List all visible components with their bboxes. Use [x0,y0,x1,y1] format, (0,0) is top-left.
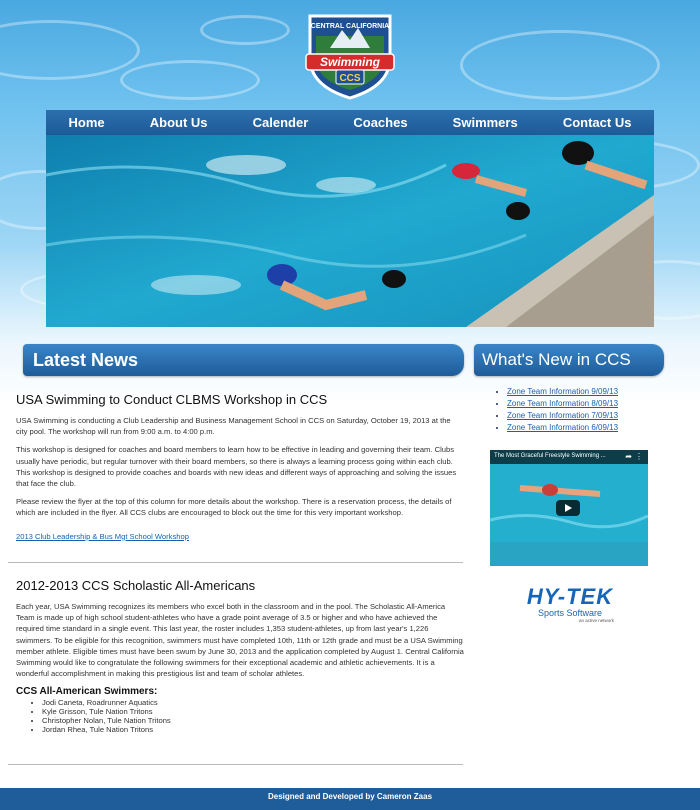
workshop-flyer-link[interactable]: 2013 Club Leadership & Bus Mgt School Wo… [16,532,189,541]
latest-news-header: Latest News [23,344,464,376]
zone-team-link[interactable]: Zone Team Information 7/09/13 [507,411,618,420]
zone-team-link[interactable]: Zone Team Information 9/09/13 [507,387,618,396]
nav-contact-us[interactable]: Contact Us [557,115,638,130]
video-title: The Most Graceful Freestyle Swimming ... [490,450,648,464]
more-menu-icon[interactable]: ⋮ [635,452,643,461]
whats-new-list: Zone Team Information 9/09/13 Zone Team … [497,386,657,434]
article-paragraph: USA Swimming is conducting a Club Leader… [16,416,451,437]
all-american-heading: CCS All-American Swimmers: [16,686,158,698]
nav-home[interactable]: Home [63,115,111,130]
all-american-list: Jodi Caneta, Roadrunner Aquatics Kyle Gr… [42,699,464,734]
logo-badge-text: CCS [339,73,360,84]
hytek-tagline: an active network [578,618,614,623]
zone-team-link[interactable]: Zone Team Information 6/09/13 [507,423,618,432]
share-icon[interactable]: ➦ [625,452,632,461]
list-item: Zone Team Information 8/09/13 [507,398,657,410]
list-item: Zone Team Information 6/09/13 [507,422,657,434]
article-paragraph: Each year, USA Swimming recognizes its m… [16,602,464,679]
article-title: 2012-2013 CCS Scholastic All-Americans [16,578,256,593]
nav-calender[interactable]: Calender [247,115,315,130]
nav-about-us[interactable]: About Us [144,115,214,130]
play-button[interactable] [556,500,580,516]
zone-team-link[interactable]: Zone Team Information 8/09/13 [507,399,618,408]
hero-swimmers-image [46,135,654,327]
logo-top-text: CENTRAL CALIFORNIA [311,23,389,30]
list-item: Zone Team Information 7/09/13 [507,410,657,422]
article-paragraph: Please review the flyer at the top of th… [16,497,452,518]
main-nav: Home About Us Calender Coaches Swimmers … [46,110,654,135]
nav-coaches[interactable]: Coaches [347,115,413,130]
list-item: Jordan Rhea, Tule Nation Tritons [42,725,464,735]
divider [8,562,463,563]
list-item: Zone Team Information 9/09/13 [507,386,657,398]
hytek-brand: HY-TEK [526,584,614,609]
hytek-logo[interactable]: HY-TEK Sports Software an active network [520,584,620,624]
whats-new-header: What's New in CCS [474,344,664,376]
footer: Designed and Developed by Cameron Zaas [0,788,700,810]
nav-swimmers[interactable]: Swimmers [447,115,524,130]
article-title: USA Swimming to Conduct CLBMS Workshop i… [16,392,328,407]
ccs-logo[interactable]: CENTRAL CALIFORNIA Swimming CCS [300,8,400,102]
logo-main-text: Swimming [320,55,381,69]
video-player[interactable]: The Most Graceful Freestyle Swimming ...… [490,450,648,566]
news-article: 2012-2013 CCS Scholastic All-Americans E… [16,578,464,735]
article-paragraph: This workshop is designed for coaches an… [16,445,457,489]
divider [8,764,463,765]
news-article: USA Swimming to Conduct CLBMS Workshop i… [16,392,464,544]
